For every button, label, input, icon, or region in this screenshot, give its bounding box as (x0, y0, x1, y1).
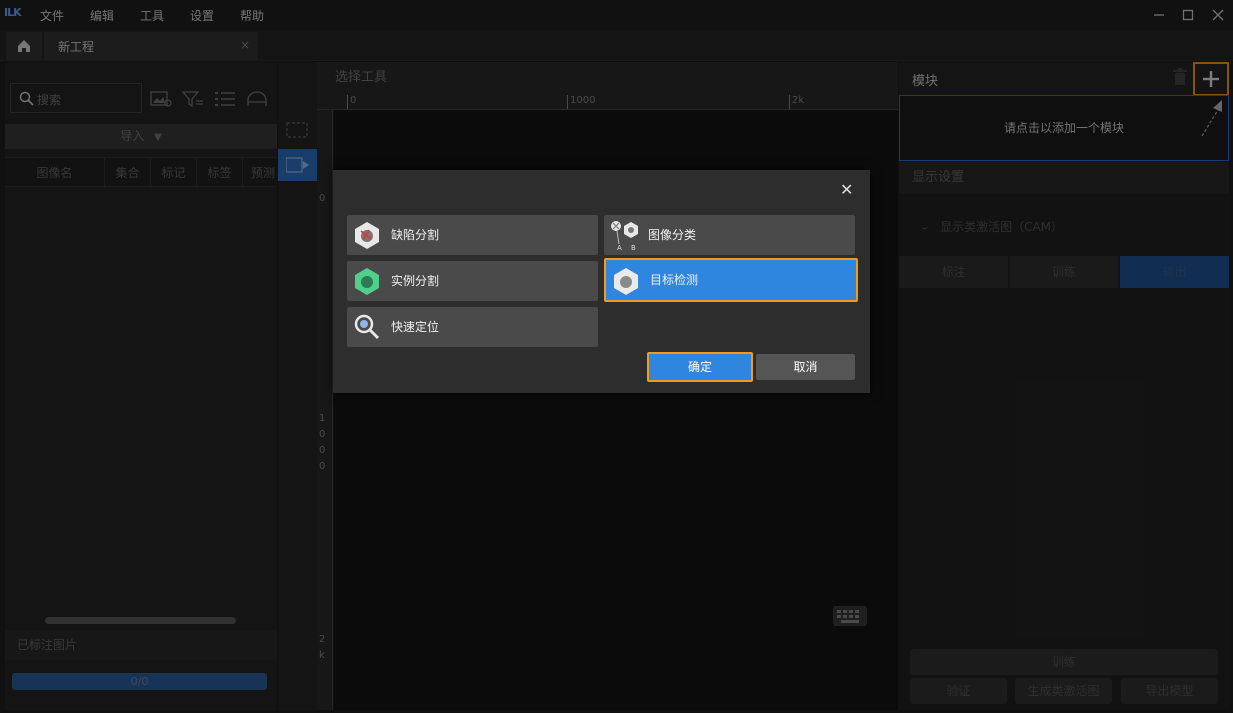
module-select-dialog: ✕ 缺陷分割 A B 图像分类 实例分割 目标检测 快速定位 确定 取消 (333, 170, 870, 393)
svg-text:B: B (631, 244, 636, 251)
instance-segmentation-icon (355, 268, 379, 295)
object-detection-icon (614, 268, 638, 295)
option-label: 缺陷分割 (391, 228, 440, 242)
option-object-detection[interactable]: 目标检测 (604, 258, 858, 302)
option-label: 图像分类 (648, 228, 697, 242)
cancel-button[interactable]: 取消 (756, 354, 855, 380)
option-fast-positioning[interactable]: 快速定位 (347, 307, 598, 347)
option-instance-segmentation[interactable]: 实例分割 (347, 261, 598, 301)
option-label: 目标检测 (650, 273, 699, 287)
option-label: 快速定位 (391, 320, 440, 334)
defect-segmentation-icon (355, 222, 379, 249)
confirm-button[interactable]: 确定 (647, 352, 753, 382)
option-defect-segmentation[interactable]: 缺陷分割 (347, 215, 598, 255)
option-image-classification[interactable]: A B 图像分类 (604, 215, 855, 255)
fast-positioning-icon (354, 314, 380, 340)
dialog-close-icon[interactable]: ✕ (840, 180, 853, 199)
svg-text:A: A (617, 244, 622, 251)
image-classification-icon: A B (611, 221, 638, 251)
option-label: 实例分割 (391, 274, 440, 288)
